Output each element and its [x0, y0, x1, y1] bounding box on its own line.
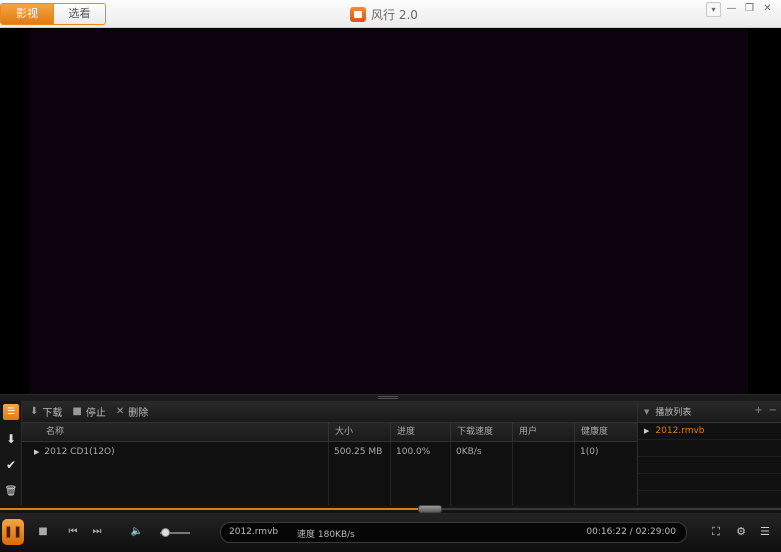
- seek-bar[interactable]: [0, 505, 781, 513]
- table-row[interactable]: ▶ 2012 CD1(12O) 500.25 MB 100.0% 0KB/s 1(…: [22, 443, 637, 461]
- playlist-empty-row: [638, 474, 781, 491]
- video-area[interactable]: [0, 29, 781, 394]
- playlist-empty-row: [638, 457, 781, 474]
- row-health: 1(0): [580, 447, 599, 457]
- tab-movies[interactable]: 影视: [1, 4, 53, 24]
- splitter-grip-icon[interactable]: [378, 396, 398, 399]
- playback-info: 2012.rmvb 速度 180KB/s 00:16:22 / 02:29:00: [220, 522, 687, 543]
- download-table: 名称 大小 进度 下载速度 用户 健康度 ▶ 2012 CD1(12O) 500.…: [22, 423, 637, 505]
- row-size: 500.25 MB: [334, 447, 383, 457]
- restore-icon[interactable]: ❐: [742, 2, 757, 17]
- stop-button[interactable]: ■ 停止: [72, 401, 105, 423]
- control-bar: ❚❚ ■ ⏮ ⏭ 🔈 2012.rmvb 速度 180KB/s 00:16:22…: [0, 513, 781, 552]
- app-title: 风行 2.0: [350, 5, 418, 23]
- row-name-cell: ▶ 2012 CD1(12O): [28, 443, 328, 461]
- stop-button-label: 停止: [85, 408, 106, 419]
- playlist-item-label: 2012.rmvb: [655, 426, 705, 436]
- menu-dropdown-icon[interactable]: ▾: [706, 2, 721, 17]
- top-tabs: 影视 选看: [0, 3, 106, 25]
- seek-fill: [0, 508, 430, 510]
- expand-arrow-icon[interactable]: ▶: [34, 448, 39, 456]
- title-bar: 影视 选看 风行 2.0 ▾ — ❐ ✕: [0, 0, 781, 28]
- window-controls: ▾ — ❐ ✕: [706, 2, 775, 17]
- time-readout: 00:16:22 / 02:29:00: [586, 527, 676, 537]
- stop-icon[interactable]: ■: [36, 524, 50, 540]
- stop-square-icon: ■: [72, 406, 82, 417]
- playlist-remove-icon[interactable]: −: [769, 405, 777, 416]
- row-name: 2012 CD1(12O): [44, 447, 115, 457]
- playlist-controls: + −: [754, 405, 777, 416]
- download-button[interactable]: ⬇ 下载: [30, 401, 62, 423]
- playlist-item[interactable]: ▶ 2012.rmvb: [638, 423, 781, 440]
- tab-selection[interactable]: 选看: [53, 4, 105, 24]
- delete-button[interactable]: ✕ 删除: [116, 401, 148, 423]
- completed-icon[interactable]: ✔: [3, 457, 19, 473]
- column-header-name[interactable]: 名称: [40, 423, 328, 442]
- trash-icon[interactable]: 🗑: [3, 484, 19, 500]
- column-header-size[interactable]: 大小: [328, 423, 390, 442]
- fullscreen-icon[interactable]: ⛶: [708, 524, 724, 540]
- current-file: 2012.rmvb: [229, 527, 279, 537]
- playlist-toggle-icon[interactable]: ☰: [757, 524, 773, 540]
- volume-knob[interactable]: [161, 528, 170, 537]
- column-header-health[interactable]: 健康度: [574, 423, 637, 442]
- playlist-header: ▼ 播放列表 + −: [638, 401, 781, 423]
- table-header: 名称 大小 进度 下载速度 用户 健康度: [22, 423, 637, 442]
- delete-x-icon: ✕: [115, 406, 125, 417]
- playing-arrow-icon: ▶: [644, 427, 650, 435]
- download-panel: ☰ ⬇ ✔ 🗑 ⬇ 下载 ■ 停止 ✕ 删除 名称 大小 进度 下载速度 用户 …: [0, 401, 781, 505]
- previous-icon[interactable]: ⏮: [66, 524, 80, 540]
- download-toolbar: ⬇ 下载 ■ 停止 ✕ 删除: [22, 401, 637, 423]
- row-speed: 0KB/s: [456, 447, 482, 457]
- playlist-empty-row: [638, 440, 781, 457]
- download-arrow-icon: ⬇: [30, 406, 39, 417]
- row-progress: 100.0%: [396, 447, 431, 457]
- column-header-users[interactable]: 用户: [512, 423, 574, 442]
- playlist-panel: ▼ 播放列表 + − ▶ 2012.rmvb: [637, 401, 781, 505]
- settings-icon[interactable]: ⚙: [733, 524, 749, 540]
- volume-icon[interactable]: 🔈: [130, 524, 144, 540]
- download-icon[interactable]: ⬇: [3, 431, 19, 447]
- side-toolbar: ☰ ⬇ ✔ 🗑: [0, 401, 22, 505]
- download-button-label: 下载: [42, 408, 63, 419]
- next-icon[interactable]: ⏭: [90, 524, 104, 540]
- seek-thumb[interactable]: [418, 505, 442, 513]
- list-icon[interactable]: ☰: [3, 404, 19, 420]
- playlist-title: 播放列表: [655, 408, 692, 418]
- delete-button-label: 删除: [128, 408, 149, 419]
- minimize-icon[interactable]: —: [724, 2, 739, 17]
- speed-readout: 速度 180KB/s: [297, 530, 355, 540]
- playlist-add-icon[interactable]: +: [754, 405, 762, 416]
- playlist-collapse-icon[interactable]: ▼: [644, 408, 649, 416]
- app-title-text: 风行 2.0: [371, 7, 418, 22]
- close-icon[interactable]: ✕: [760, 2, 775, 17]
- column-header-speed[interactable]: 下载速度: [450, 423, 512, 442]
- row-users: [512, 443, 574, 461]
- video-frame[interactable]: [30, 29, 748, 394]
- app-logo-icon: [350, 6, 366, 22]
- pause-button[interactable]: ❚❚: [2, 519, 24, 545]
- column-header-progress[interactable]: 进度: [390, 423, 450, 442]
